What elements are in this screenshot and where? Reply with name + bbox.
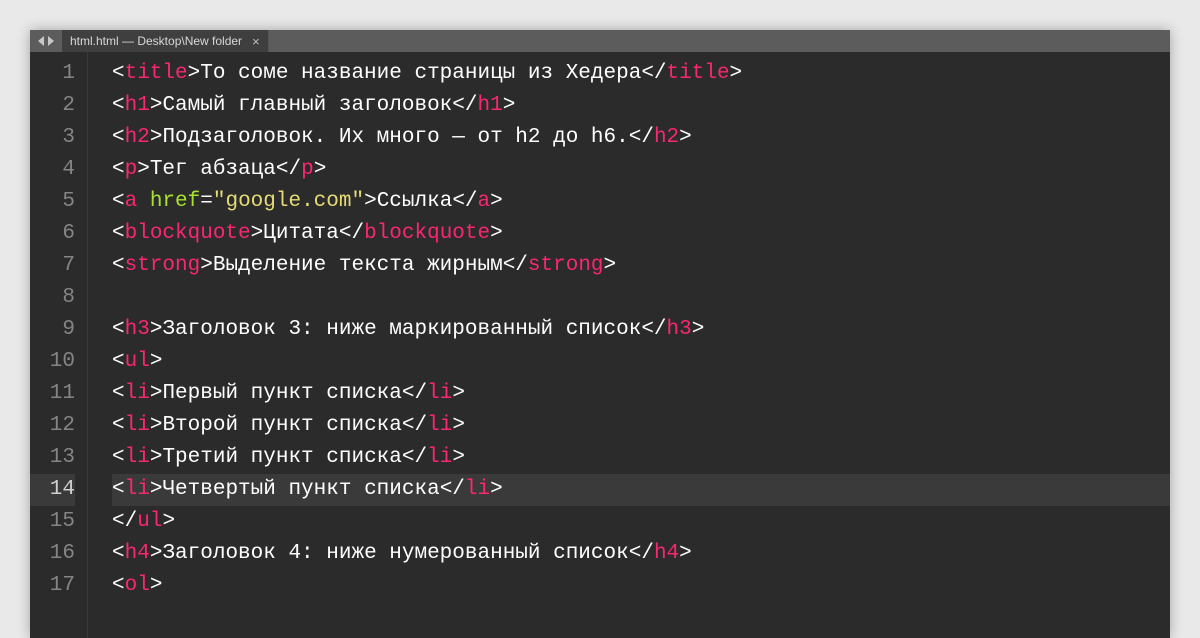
- code-line[interactable]: <h2>Подзаголовок. Их много — от h2 до h6…: [112, 122, 1170, 154]
- tab-title: html.html — Desktop\New folder: [70, 34, 242, 48]
- forward-icon[interactable]: [48, 36, 54, 46]
- line-number: 7: [30, 250, 75, 282]
- code-line[interactable]: <blockquote>Цитата</blockquote>: [112, 218, 1170, 250]
- editor-window: html.html — Desktop\New folder × 1234567…: [30, 30, 1170, 638]
- line-number: 1: [30, 58, 75, 90]
- line-gutter: 1234567891011121314151617: [30, 52, 88, 638]
- code-line[interactable]: <p>Тег абзаца</p>: [112, 154, 1170, 186]
- code-line[interactable]: <h1>Самый главный заголовок</h1>: [112, 90, 1170, 122]
- line-number: 15: [30, 506, 75, 538]
- line-number: 6: [30, 218, 75, 250]
- code-line[interactable]: <ul>: [112, 346, 1170, 378]
- line-number: 9: [30, 314, 75, 346]
- line-number: 12: [30, 410, 75, 442]
- code-line[interactable]: [112, 282, 1170, 314]
- back-icon[interactable]: [38, 36, 44, 46]
- line-number: 17: [30, 570, 75, 602]
- editor: 1234567891011121314151617 <title>То соме…: [30, 52, 1170, 638]
- code-line[interactable]: <strong>Выделение текста жирным</strong>: [112, 250, 1170, 282]
- code-line[interactable]: <a href="google.com">Ссылка</a>: [112, 186, 1170, 218]
- code-area[interactable]: <title>То соме название страницы из Хеде…: [88, 52, 1170, 638]
- close-icon[interactable]: ×: [252, 35, 260, 48]
- code-line[interactable]: <li>Второй пункт списка</li>: [112, 410, 1170, 442]
- code-line[interactable]: <title>То соме название страницы из Хеде…: [112, 58, 1170, 90]
- line-number: 16: [30, 538, 75, 570]
- nav-arrows: [30, 30, 62, 52]
- code-line[interactable]: <li>Четвертый пункт списка</li>: [112, 474, 1170, 506]
- file-tab[interactable]: html.html — Desktop\New folder ×: [62, 30, 269, 52]
- titlebar: html.html — Desktop\New folder ×: [30, 30, 1170, 52]
- code-line[interactable]: <h3>Заголовок 3: ниже маркированный спис…: [112, 314, 1170, 346]
- code-line[interactable]: <li>Третий пункт списка</li>: [112, 442, 1170, 474]
- line-number: 8: [30, 282, 75, 314]
- code-line[interactable]: </ul>: [112, 506, 1170, 538]
- line-number: 2: [30, 90, 75, 122]
- line-number: 3: [30, 122, 75, 154]
- code-line[interactable]: <h4>Заголовок 4: ниже нумерованный списо…: [112, 538, 1170, 570]
- line-number: 5: [30, 186, 75, 218]
- line-number: 14: [30, 474, 75, 506]
- line-number: 10: [30, 346, 75, 378]
- line-number: 4: [30, 154, 75, 186]
- line-number: 13: [30, 442, 75, 474]
- code-line[interactable]: <li>Первый пункт списка</li>: [112, 378, 1170, 410]
- line-number: 11: [30, 378, 75, 410]
- code-line[interactable]: <ol>: [112, 570, 1170, 602]
